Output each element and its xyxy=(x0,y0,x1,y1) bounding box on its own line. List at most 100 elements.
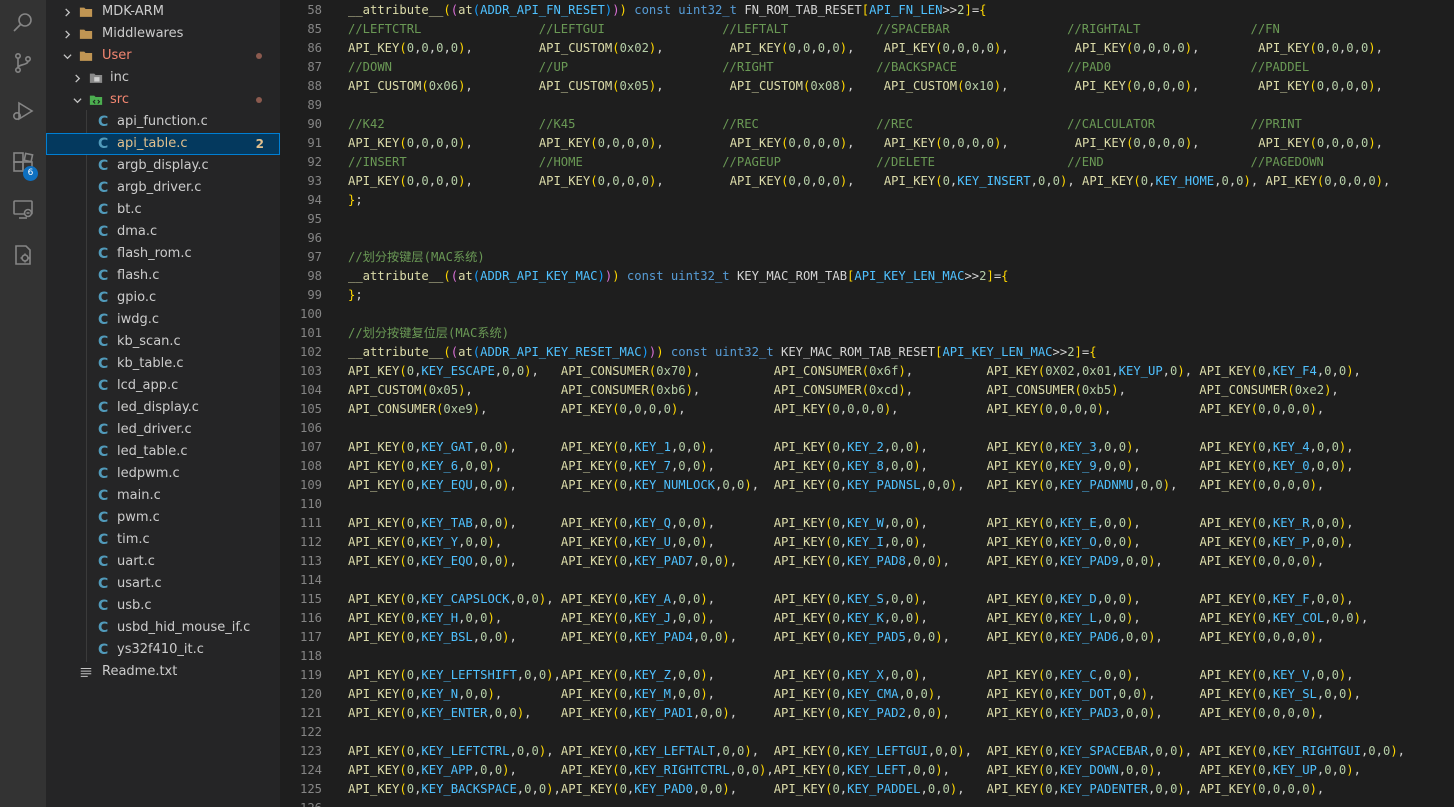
file-led-table-c[interactable]: Cled_table.c xyxy=(46,441,280,463)
code-text[interactable]: API_KEY(0,KEY_GAT,0,0), API_KEY(0,KEY_1,… xyxy=(348,438,1354,457)
code-line[interactable]: 102 __attribute__((at(ADDR_API_KEY_RESET_… xyxy=(280,343,1454,362)
file-lcd-app-c[interactable]: Clcd_app.c xyxy=(46,375,280,397)
code-text[interactable]: API_KEY(0,KEY_APP,0,0), API_KEY(0,KEY_RI… xyxy=(348,761,1361,780)
file-usart-c[interactable]: Cusart.c xyxy=(46,573,280,595)
folder-src[interactable]: src xyxy=(46,89,280,111)
code-text[interactable]: API_KEY(0,KEY_TAB,0,0), API_KEY(0,KEY_Q,… xyxy=(348,514,1354,533)
code-text[interactable]: API_KEY(0,0,0,0), API_KEY(0,0,0,0), API_… xyxy=(348,172,1390,191)
code-line[interactable]: 117 API_KEY(0,KEY_BSL,0,0), API_KEY(0,KEY… xyxy=(280,628,1454,647)
code-text[interactable]: API_KEY(0,KEY_BACKSPACE,0,0),API_KEY(0,K… xyxy=(348,780,1324,799)
code-text[interactable]: API_KEY(0,KEY_ENTER,0,0), API_KEY(0,KEY_… xyxy=(348,704,1324,723)
code-text[interactable]: //LEFTCTRL //LEFTGUI //LEFTALT //SPACEBA… xyxy=(348,20,1280,39)
code-line[interactable]: 103 API_KEY(0,KEY_ESCAPE,0,0), API_CONSUM… xyxy=(280,362,1454,381)
code-line[interactable]: 105 API_CONSUMER(0xe9), API_KEY(0,0,0,0),… xyxy=(280,400,1454,419)
code-text[interactable]: //DOWN //UP //RIGHT //BACKSPACE //PAD0 /… xyxy=(348,58,1309,77)
code-line[interactable]: 98 __attribute__((at(ADDR_API_KEY_MAC))) … xyxy=(280,267,1454,286)
remote-explorer-activity-button[interactable] xyxy=(0,186,46,232)
file-api-function-c[interactable]: Capi_function.c xyxy=(46,111,280,133)
chevron-down-icon[interactable] xyxy=(71,89,83,111)
code-line[interactable]: 115 API_KEY(0,KEY_CAPSLOCK,0,0), API_KEY(… xyxy=(280,590,1454,609)
code-line[interactable]: 120 API_KEY(0,KEY_N,0,0), API_KEY(0,KEY_M… xyxy=(280,685,1454,704)
file-ledpwm-c[interactable]: Cledpwm.c xyxy=(46,463,280,485)
run-debug-activity-button[interactable] xyxy=(0,88,46,134)
code-line[interactable]: 124 API_KEY(0,KEY_APP,0,0), API_KEY(0,KEY… xyxy=(280,761,1454,780)
code-line[interactable]: 125 API_KEY(0,KEY_BACKSPACE,0,0),API_KEY(… xyxy=(280,780,1454,799)
code-text[interactable]: __attribute__((at(ADDR_API_KEY_RESET_MAC… xyxy=(348,343,1097,362)
code-text[interactable]: API_KEY(0,0,0,0), API_CUSTOM(0x02), API_… xyxy=(348,39,1383,58)
code-line[interactable]: 118 xyxy=(280,647,1454,666)
code-line[interactable]: 101 //划分按键复位层(MAC系统) xyxy=(280,324,1454,343)
file-led-driver-c[interactable]: Cled_driver.c xyxy=(46,419,280,441)
code-line[interactable]: 108 API_KEY(0,KEY_6,0,0), API_KEY(0,KEY_7… xyxy=(280,457,1454,476)
code-line[interactable]: 114 xyxy=(280,571,1454,590)
code-text[interactable]: API_KEY(0,KEY_6,0,0), API_KEY(0,KEY_7,0,… xyxy=(348,457,1354,476)
folder-inc[interactable]: inc xyxy=(46,67,280,89)
code-text[interactable]: }; xyxy=(348,286,363,305)
file-pwm-c[interactable]: Cpwm.c xyxy=(46,507,280,529)
code-line[interactable]: 121 API_KEY(0,KEY_ENTER,0,0), API_KEY(0,K… xyxy=(280,704,1454,723)
code-text[interactable]: API_CUSTOM(0x05), API_CONSUMER(0xb6), AP… xyxy=(348,381,1339,400)
code-line[interactable]: 94}; xyxy=(280,191,1454,210)
code-editor[interactable]: 58 __attribute__((at(ADDR_API_FN_RESET)))… xyxy=(280,0,1454,807)
code-text[interactable]: API_KEY(0,KEY_EQU,0,0), API_KEY(0,KEY_NU… xyxy=(348,476,1324,495)
code-line[interactable]: 107 API_KEY(0,KEY_GAT,0,0), API_KEY(0,KEY… xyxy=(280,438,1454,457)
code-line[interactable]: 99}; xyxy=(280,286,1454,305)
code-text[interactable]: API_KEY(0,KEY_Y,0,0), API_KEY(0,KEY_U,0,… xyxy=(348,533,1354,552)
code-line[interactable]: 85 //LEFTCTRL //LEFTGUI //LEFTALT //SPACE… xyxy=(280,20,1454,39)
code-text[interactable]: API_KEY(0,KEY_N,0,0), API_KEY(0,KEY_M,0,… xyxy=(348,685,1361,704)
chevron-right-icon[interactable] xyxy=(71,67,83,89)
code-text[interactable]: API_KEY(0,KEY_BSL,0,0), API_KEY(0,KEY_PA… xyxy=(348,628,1324,647)
code-text[interactable]: //划分按键复位层(MAC系统) xyxy=(348,324,509,343)
folder-user[interactable]: User xyxy=(46,45,280,67)
file-iwdg-c[interactable]: Ciwdg.c xyxy=(46,309,280,331)
code-line[interactable]: 90 //K42 //K45 //REC //REC //CALCULATOR /… xyxy=(280,115,1454,134)
code-line[interactable]: 93 API_KEY(0,0,0,0), API_KEY(0,0,0,0), AP… xyxy=(280,172,1454,191)
code-text[interactable]: __attribute__((at(ADDR_API_FN_RESET))) c… xyxy=(348,1,987,20)
folder-mdk-arm[interactable]: MDK-ARM xyxy=(46,1,280,23)
code-text[interactable]: API_KEY(0,KEY_EQO,0,0), API_KEY(0,KEY_PA… xyxy=(348,552,1324,571)
code-line[interactable]: 58 __attribute__((at(ADDR_API_FN_RESET)))… xyxy=(280,1,1454,20)
file-readme-txt[interactable]: Readme.txt xyxy=(46,661,280,683)
code-line[interactable]: 110 xyxy=(280,495,1454,514)
code-text[interactable]: API_KEY(0,0,0,0), API_KEY(0,0,0,0), API_… xyxy=(348,134,1383,153)
extensions-activity-button[interactable]: 6 xyxy=(0,140,46,186)
code-line[interactable]: 86 API_KEY(0,0,0,0), API_CUSTOM(0x02), AP… xyxy=(280,39,1454,58)
code-line[interactable]: 97 //划分按键层(MAC系统) xyxy=(280,248,1454,267)
code-text[interactable]: __attribute__((at(ADDR_API_KEY_MAC))) co… xyxy=(348,267,1009,286)
code-text[interactable]: API_CONSUMER(0xe9), API_KEY(0,0,0,0), AP… xyxy=(348,400,1324,419)
code-line[interactable]: 113 API_KEY(0,KEY_EQO,0,0), API_KEY(0,KEY… xyxy=(280,552,1454,571)
code-line[interactable]: 122 xyxy=(280,723,1454,742)
file-uart-c[interactable]: Cuart.c xyxy=(46,551,280,573)
file-dma-c[interactable]: Cdma.c xyxy=(46,221,280,243)
file-flash-rom-c[interactable]: Cflash_rom.c xyxy=(46,243,280,265)
code-text[interactable]: //K42 //K45 //REC //REC //CALCULATOR //P… xyxy=(348,115,1302,134)
code-line[interactable]: 100 xyxy=(280,305,1454,324)
code-line[interactable]: 106 xyxy=(280,419,1454,438)
file-kb-table-c[interactable]: Ckb_table.c xyxy=(46,353,280,375)
file-gpio-c[interactable]: Cgpio.c xyxy=(46,287,280,309)
code-text[interactable]: API_KEY(0,KEY_LEFTCTRL,0,0), API_KEY(0,K… xyxy=(348,742,1405,761)
code-text[interactable]: API_KEY(0,KEY_CAPSLOCK,0,0), API_KEY(0,K… xyxy=(348,590,1354,609)
code-text[interactable]: API_KEY(0,KEY_LEFTSHIFT,0,0),API_KEY(0,K… xyxy=(348,666,1354,685)
file-usb-c[interactable]: Cusb.c xyxy=(46,595,280,617)
code-line[interactable]: 112 API_KEY(0,KEY_Y,0,0), API_KEY(0,KEY_U… xyxy=(280,533,1454,552)
file-ys32f410-it-c[interactable]: Cys32f410_it.c xyxy=(46,639,280,661)
code-line[interactable]: 126 xyxy=(280,799,1454,807)
file-bt-c[interactable]: Cbt.c xyxy=(46,199,280,221)
file-usbd-hid-mouse-if-c[interactable]: Cusbd_hid_mouse_if.c xyxy=(46,617,280,639)
code-line[interactable]: 116 API_KEY(0,KEY_H,0,0), API_KEY(0,KEY_J… xyxy=(280,609,1454,628)
code-line[interactable]: 95 xyxy=(280,210,1454,229)
code-line[interactable]: 104 API_CUSTOM(0x05), API_CONSUMER(0xb6),… xyxy=(280,381,1454,400)
code-text[interactable]: API_KEY(0,KEY_H,0,0), API_KEY(0,KEY_J,0,… xyxy=(348,609,1368,628)
code-line[interactable]: 119 API_KEY(0,KEY_LEFTSHIFT,0,0),API_KEY(… xyxy=(280,666,1454,685)
settings-sync-activity-button[interactable] xyxy=(0,232,46,278)
code-text[interactable]: //INSERT //HOME //PAGEUP //DELETE //END … xyxy=(348,153,1324,172)
file-led-display-c[interactable]: Cled_display.c xyxy=(46,397,280,419)
code-line[interactable]: 92 //INSERT //HOME //PAGEUP //DELETE //EN… xyxy=(280,153,1454,172)
file-tim-c[interactable]: Ctim.c xyxy=(46,529,280,551)
code-text[interactable]: }; xyxy=(348,191,363,210)
file-main-c[interactable]: Cmain.c xyxy=(46,485,280,507)
source-control-activity-button[interactable] xyxy=(0,40,46,86)
code-line[interactable]: 87 //DOWN //UP //RIGHT //BACKSPACE //PAD0… xyxy=(280,58,1454,77)
code-line[interactable]: 109 API_KEY(0,KEY_EQU,0,0), API_KEY(0,KEY… xyxy=(280,476,1454,495)
